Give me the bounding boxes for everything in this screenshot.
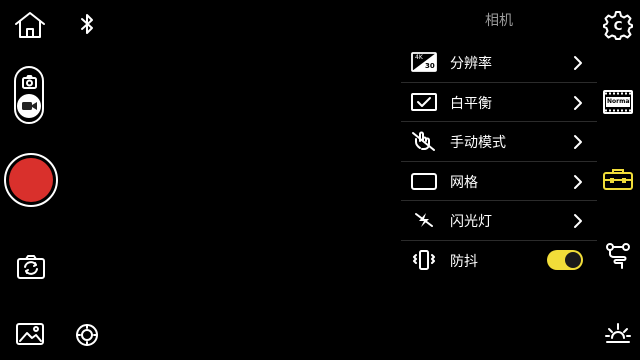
camera-settings-gear-icon: C bbox=[603, 11, 633, 40]
photo-mode[interactable] bbox=[22, 75, 37, 89]
switch-camera-icon bbox=[17, 255, 45, 279]
menu-item-flash[interactable]: 闪光灯 bbox=[401, 201, 597, 241]
menu-item-stabilization[interactable]: 防抖 bbox=[401, 241, 597, 281]
menu-item-grid[interactable]: 网格 bbox=[401, 162, 597, 202]
video-mode[interactable] bbox=[17, 94, 41, 118]
grid-icon bbox=[411, 170, 437, 192]
resolution-badge-bottom: 30 bbox=[425, 62, 435, 70]
gimbal-mode-button[interactable] bbox=[604, 242, 632, 270]
brightness-icon bbox=[605, 323, 631, 343]
menu-item-label: 白平衡 bbox=[450, 95, 492, 112]
resolution-badge-top: 4K bbox=[415, 54, 423, 61]
svg-text:C: C bbox=[614, 19, 623, 33]
normal-badge: Normal bbox=[607, 98, 632, 105]
gallery-button[interactable] bbox=[15, 322, 45, 346]
toolbox-button[interactable] bbox=[602, 167, 634, 191]
chevron-right-icon bbox=[574, 95, 582, 110]
stabilization-toggle[interactable] bbox=[547, 249, 583, 270]
record-button[interactable] bbox=[4, 153, 58, 207]
bluetooth-button[interactable] bbox=[80, 13, 94, 35]
menu-item-manual-mode[interactable]: 手动模式 bbox=[401, 122, 597, 162]
bluetooth-icon bbox=[81, 14, 93, 34]
home-button[interactable] bbox=[13, 10, 47, 40]
image-quality-button[interactable]: Normal bbox=[603, 90, 633, 114]
gimbal-icon bbox=[606, 243, 630, 269]
toolbox-icon bbox=[603, 169, 633, 190]
menu-item-label: 闪光灯 bbox=[450, 214, 492, 231]
chevron-right-icon bbox=[574, 56, 582, 70]
chevron-right-icon bbox=[574, 174, 582, 189]
gallery-icon bbox=[16, 323, 44, 345]
focus-icon bbox=[76, 324, 98, 346]
stabilization-icon bbox=[411, 249, 437, 271]
toggle-knob bbox=[565, 251, 581, 268]
menu-item-label: 手动模式 bbox=[450, 135, 506, 152]
menu-item-label: 网格 bbox=[450, 174, 478, 191]
resolution-icon: 4K 30 bbox=[411, 51, 437, 73]
menu-item-label: 分辨率 bbox=[450, 56, 492, 72]
menu-item-resolution[interactable]: 4K 30 分辨率 bbox=[401, 43, 597, 83]
settings-menu: 4K 30 分辨率 白平衡 手动模式 网格 闪光灯 防抖 bbox=[401, 43, 597, 281]
photo-camera-icon bbox=[22, 75, 37, 89]
camera-settings-button[interactable]: C bbox=[603, 10, 633, 40]
focus-button[interactable] bbox=[75, 323, 99, 347]
menu-item-white-balance[interactable]: 白平衡 bbox=[401, 83, 597, 123]
flash-icon bbox=[411, 209, 437, 231]
chevron-right-icon bbox=[574, 135, 582, 150]
mode-switch[interactable] bbox=[14, 66, 44, 124]
menu-item-label: 防抖 bbox=[450, 253, 478, 270]
white-balance-icon bbox=[411, 91, 437, 113]
home-icon bbox=[15, 12, 45, 38]
chevron-right-icon bbox=[574, 214, 582, 229]
video-camera-icon bbox=[22, 102, 37, 110]
brightness-button[interactable] bbox=[604, 321, 632, 349]
switch-camera-button[interactable] bbox=[16, 254, 46, 280]
panel-title: 相机 bbox=[485, 13, 513, 29]
manual-mode-icon bbox=[411, 130, 437, 152]
